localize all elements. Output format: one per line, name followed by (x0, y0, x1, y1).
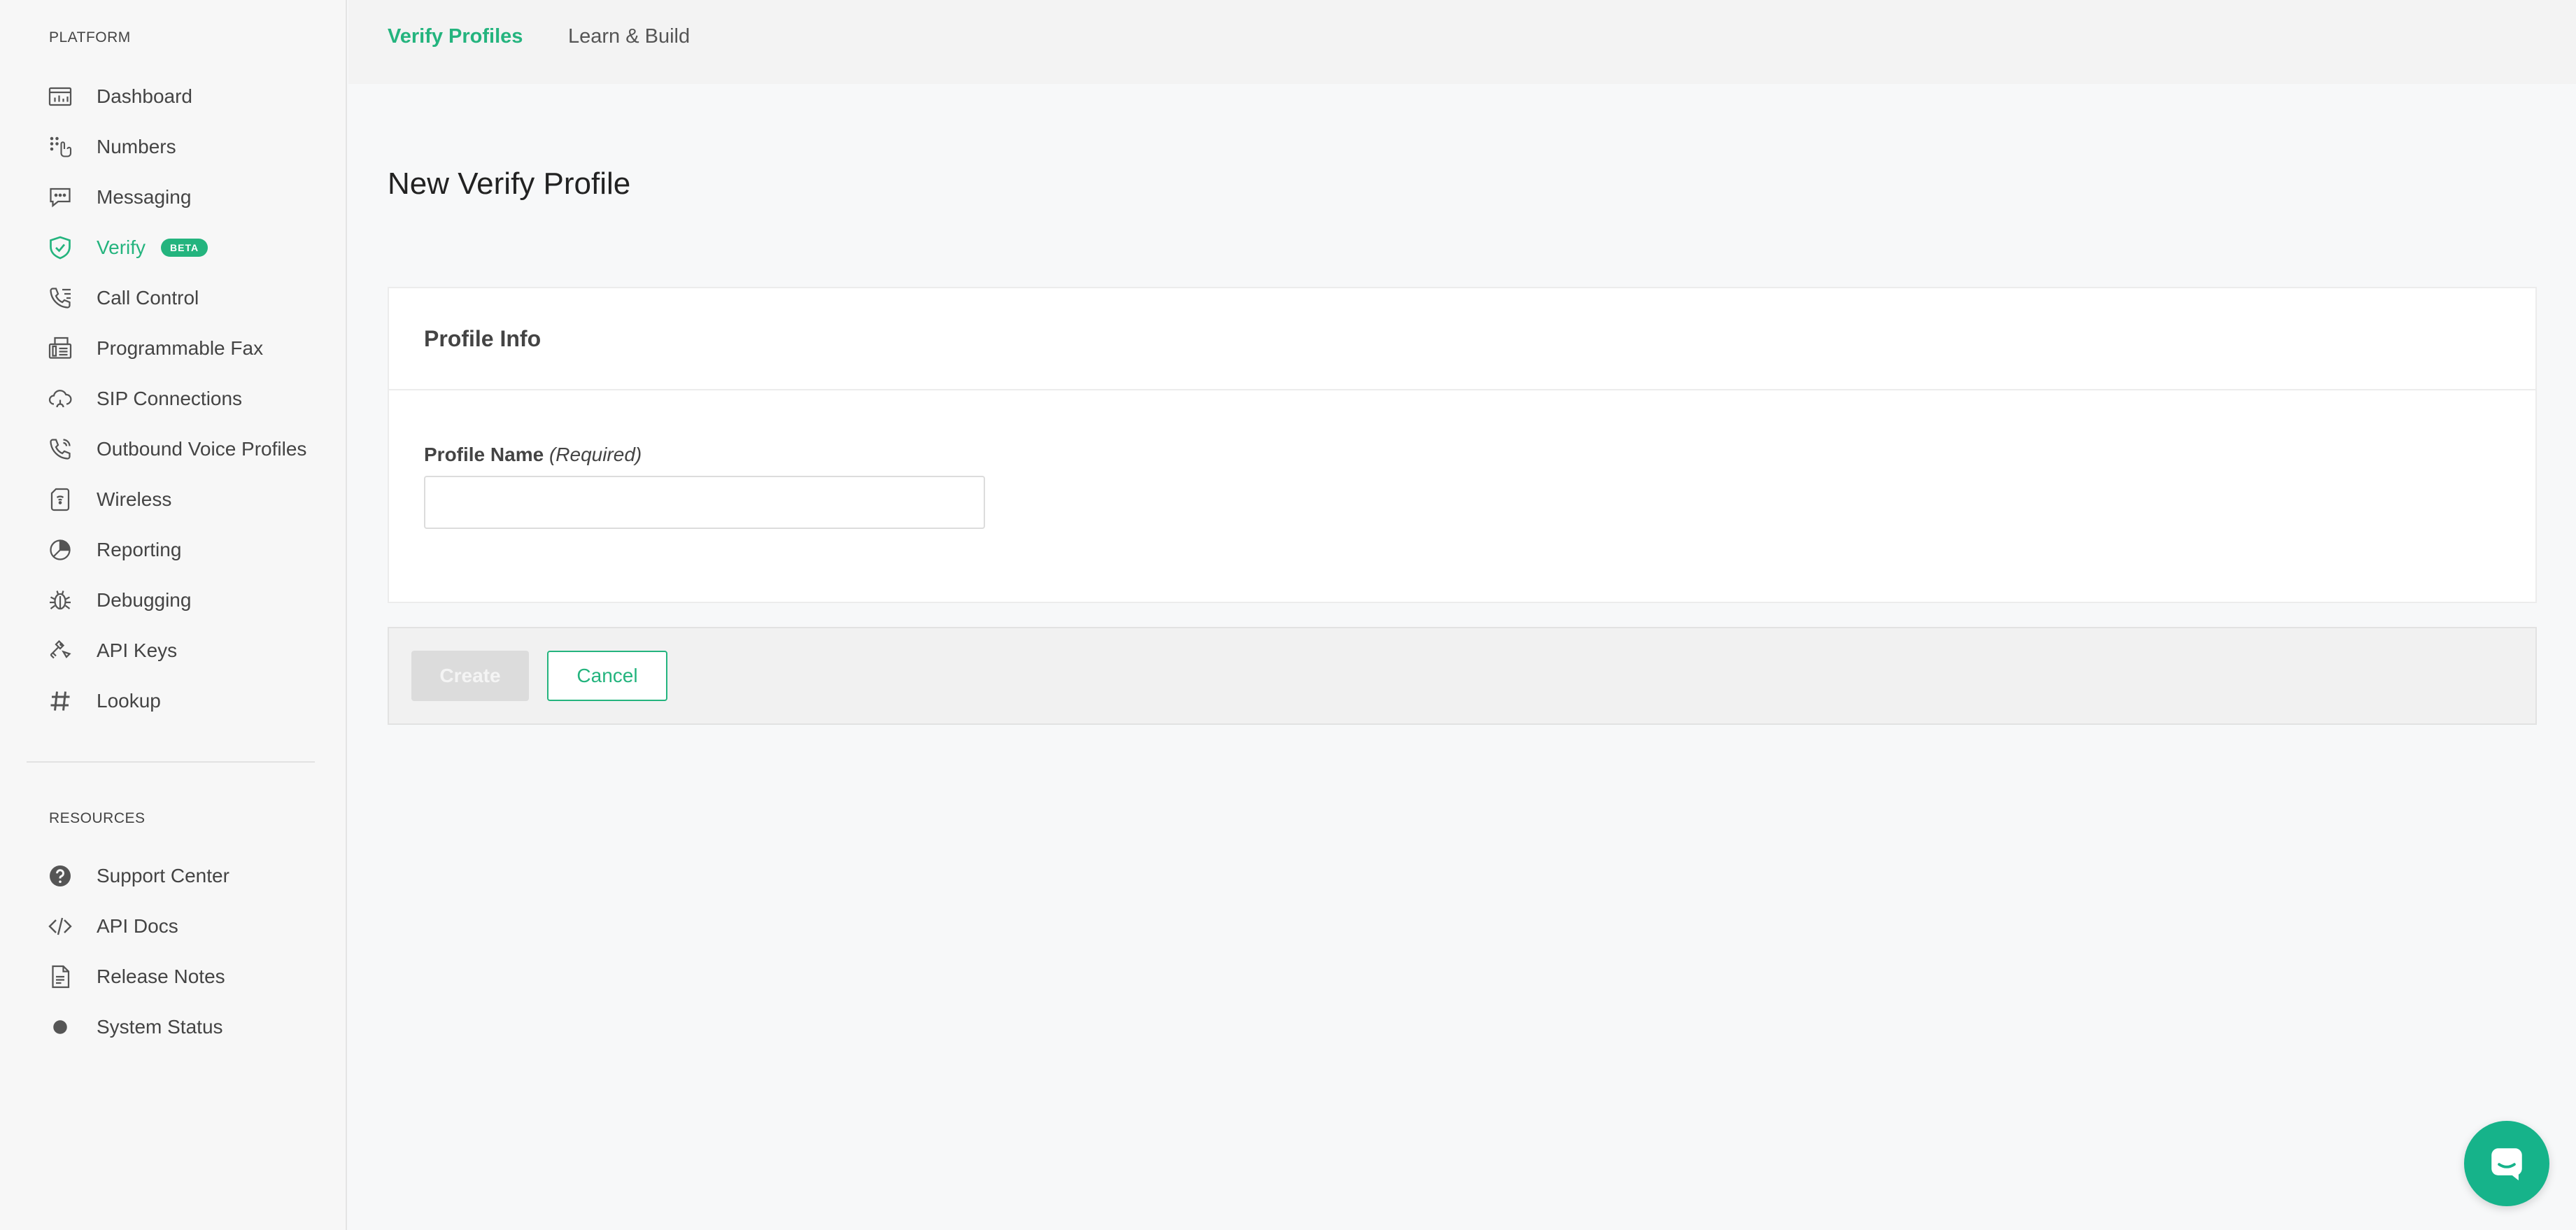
sidebar-item-verify[interactable]: Verify BETA (46, 227, 340, 269)
sidebar-item-debugging[interactable]: Debugging (46, 579, 340, 621)
sidebar-item-label: Support Center (97, 865, 229, 886)
sidebar-item-api-docs[interactable]: API Docs (46, 905, 340, 947)
create-button[interactable]: Create (411, 651, 529, 701)
sidebar-item-label: Outbound Voice Profiles (97, 438, 307, 460)
code-icon (46, 912, 74, 940)
page-title: New Verify Profile (388, 167, 631, 201)
shield-check-icon (46, 234, 74, 262)
sidebar-item-api-keys[interactable]: API Keys (46, 630, 340, 672)
bug-icon (46, 586, 74, 614)
sidebar-item-label: Verify (97, 236, 146, 258)
sidebar-item-release-notes[interactable]: Release Notes (46, 956, 340, 998)
sidebar-divider (27, 761, 315, 763)
required-note: (Required) (549, 444, 642, 465)
profile-name-label-text: Profile Name (424, 444, 544, 465)
document-icon (46, 963, 74, 991)
profile-name-input[interactable] (424, 476, 985, 529)
sidebar-item-label: Release Notes (97, 966, 225, 987)
status-dot-icon (46, 1013, 74, 1041)
profile-name-label: Profile Name (Required) (424, 444, 642, 466)
outbound-phone-icon (46, 435, 74, 463)
sidebar-item-label: API Docs (97, 915, 178, 937)
sidebar-item-call-control[interactable]: Call Control (46, 277, 340, 319)
sim-card-icon (46, 486, 74, 514)
sidebar-item-label: Wireless (97, 488, 172, 510)
sidebar-item-support-center[interactable]: Support Center (46, 855, 340, 897)
sidebar-item-label: Numbers (97, 136, 176, 157)
sidebar-item-label: Programmable Fax (97, 337, 264, 359)
sidebar-item-label: Call Control (97, 287, 199, 309)
sidebar-item-programmable-fax[interactable]: Programmable Fax (46, 327, 340, 369)
tab-verify-profiles[interactable]: Verify Profiles (388, 25, 523, 48)
profile-info-card: Profile Info Profile Name (Required) (388, 287, 2537, 603)
card-title: Profile Info (424, 325, 542, 351)
card-header: Profile Info (389, 288, 2535, 390)
sidebar-item-label: API Keys (97, 639, 178, 661)
question-circle-icon (46, 862, 74, 890)
top-nav-bar: Verify Profiles Learn & Build (348, 0, 2576, 84)
hash-icon (46, 687, 74, 715)
sidebar-item-label: Reporting (97, 539, 182, 560)
sidebar-item-sip-connections[interactable]: SIP Connections (46, 378, 340, 420)
sip-cloud-icon (46, 385, 74, 413)
messaging-icon (46, 183, 74, 211)
sidebar-item-label: Lookup (97, 690, 161, 712)
sidebar-item-label: SIP Connections (97, 388, 243, 409)
fax-icon (46, 334, 74, 362)
chat-launcher-button[interactable] (2464, 1121, 2549, 1206)
cancel-button[interactable]: Cancel (547, 651, 667, 701)
sidebar-item-label: System Status (97, 1016, 223, 1038)
sidebar-item-label: Dashboard (97, 85, 192, 107)
sidebar-item-messaging[interactable]: Messaging (46, 176, 340, 218)
form-action-bar: Create Cancel (388, 627, 2537, 725)
numbers-icon (46, 133, 74, 161)
sidebar-item-label: Messaging (97, 186, 192, 208)
key-icon (46, 637, 74, 665)
pie-chart-icon (46, 536, 74, 564)
dashboard-icon (46, 83, 74, 111)
sidebar: PLATFORM Dashboard Numbers Messaging Ver… (0, 0, 347, 1230)
sidebar-item-label: Debugging (97, 589, 192, 611)
sidebar-item-reporting[interactable]: Reporting (46, 529, 340, 571)
call-control-icon (46, 284, 74, 312)
sidebar-item-numbers[interactable]: Numbers (46, 126, 340, 168)
sidebar-item-lookup[interactable]: Lookup (46, 680, 340, 722)
sidebar-item-outbound-voice-profiles[interactable]: Outbound Voice Profiles (46, 428, 340, 470)
resources-section-title: RESOURCES (49, 810, 146, 826)
sidebar-item-system-status[interactable]: System Status (46, 1006, 340, 1048)
sidebar-item-dashboard[interactable]: Dashboard (46, 76, 340, 118)
tab-learn-build[interactable]: Learn & Build (568, 25, 690, 48)
sidebar-item-wireless[interactable]: Wireless (46, 479, 340, 521)
chat-icon (2491, 1148, 2522, 1181)
beta-badge: BETA (161, 239, 208, 257)
platform-section-title: PLATFORM (49, 29, 131, 45)
